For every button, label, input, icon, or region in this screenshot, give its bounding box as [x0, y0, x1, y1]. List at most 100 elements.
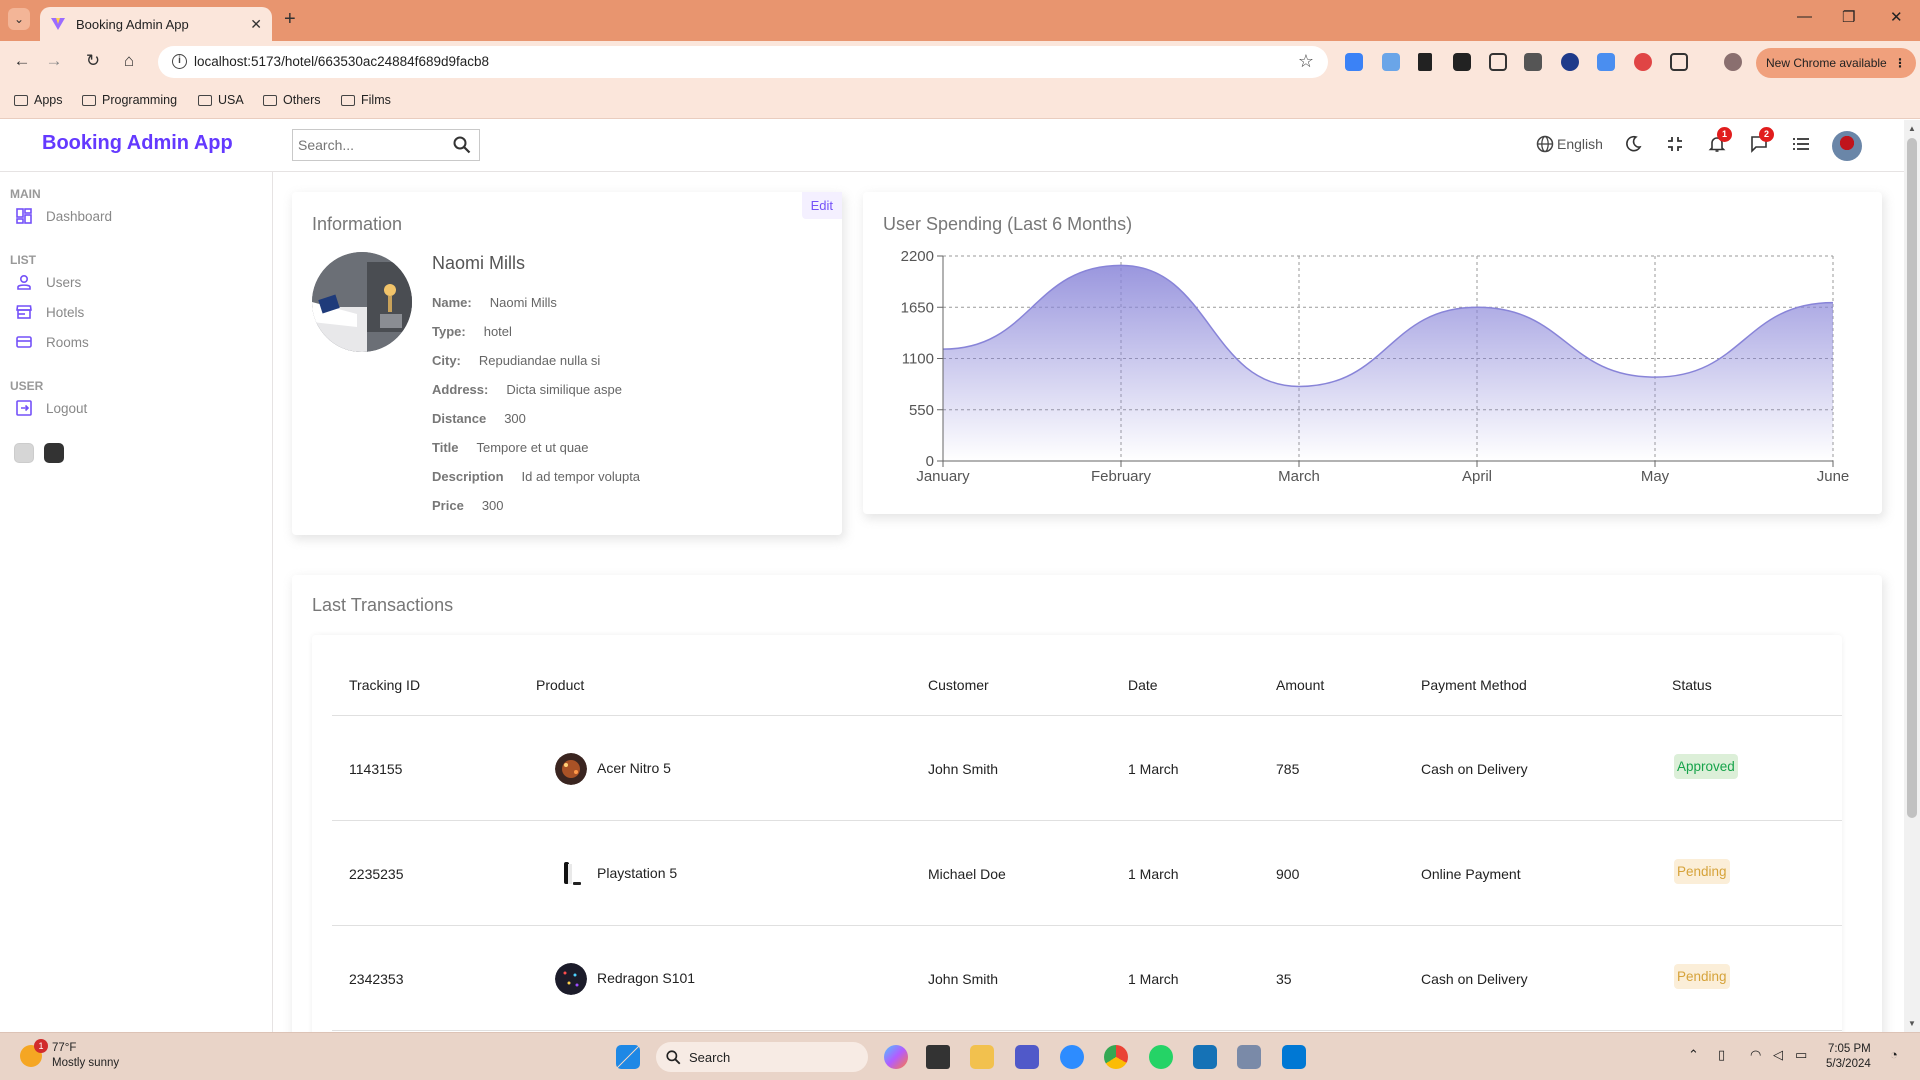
whatsapp-icon[interactable]: [1149, 1045, 1173, 1069]
light-theme-option[interactable]: [14, 443, 34, 463]
column-header-amount[interactable]: Amount: [1276, 677, 1324, 693]
app-logo[interactable]: Booking Admin App: [42, 132, 233, 155]
terminal-icon[interactable]: [926, 1045, 950, 1069]
show-hidden-icons-chevron-icon[interactable]: ⌃: [1688, 1047, 1699, 1063]
sidebar-item-label: Dashboard: [46, 208, 113, 224]
user-avatar[interactable]: [1832, 131, 1862, 161]
site-info-icon[interactable]: i: [172, 54, 187, 69]
cell-product: Redragon S101: [597, 970, 696, 986]
bookmark-usa[interactable]: USA: [198, 93, 244, 107]
sidebar-item-hotels[interactable]: Hotels: [16, 304, 84, 320]
column-header-customer[interactable]: Customer: [928, 677, 989, 693]
minimize-icon[interactable]: —: [1797, 8, 1812, 25]
search-input[interactable]: [293, 130, 443, 160]
scroll-up-arrow-icon[interactable]: ▲: [1908, 124, 1916, 133]
new-tab-button[interactable]: +: [284, 8, 296, 31]
usb-icon[interactable]: ▯: [1718, 1047, 1725, 1063]
reload-icon[interactable]: ↻: [82, 51, 104, 71]
detail-price: Price 300: [432, 498, 504, 513]
css3-icon[interactable]: [1193, 1045, 1217, 1069]
notification-bell-icon[interactable]: ◔: [1890, 1047, 1898, 1062]
language-selector[interactable]: English: [1536, 135, 1603, 153]
close-tab-icon[interactable]: ✕: [250, 16, 262, 33]
messages-badge: 2: [1759, 127, 1774, 142]
back-icon[interactable]: ←: [11, 51, 33, 71]
new-chrome-available-button[interactable]: New Chrome available ⋮: [1756, 48, 1916, 78]
sidebar-item-rooms[interactable]: Rooms: [16, 334, 89, 350]
profile-avatar-icon[interactable]: [1724, 53, 1742, 71]
pen-extension-icon[interactable]: [1418, 53, 1432, 71]
extension-icon[interactable]: [1561, 53, 1579, 71]
extension-icon[interactable]: [1382, 53, 1400, 71]
dark-mode-toggle[interactable]: [1624, 135, 1642, 156]
sidebar-item-dashboard[interactable]: Dashboard: [16, 208, 112, 224]
bookmark-others[interactable]: Others: [263, 93, 321, 107]
volume-icon[interactable]: ◁: [1773, 1047, 1783, 1063]
x-tick-label: June: [1817, 468, 1850, 485]
bookmark-star-icon[interactable]: ☆: [1298, 51, 1314, 72]
sidebar-item-label: Users: [46, 274, 82, 290]
move-extension-icon[interactable]: [1489, 53, 1507, 71]
extension-icon[interactable]: [1345, 53, 1363, 71]
app-icon[interactable]: [1237, 1045, 1261, 1069]
list-menu-button[interactable]: [1792, 135, 1810, 156]
column-header-date[interactable]: Date: [1128, 677, 1158, 693]
restore-icon[interactable]: ❐: [1842, 8, 1855, 26]
sidebar-item-logout[interactable]: Logout: [16, 400, 87, 416]
bookmark-programming[interactable]: Programming: [82, 93, 177, 107]
more-menu-icon[interactable]: ⋮: [1894, 56, 1906, 70]
bookmark-apps[interactable]: Apps: [14, 93, 63, 107]
column-header-payment-method[interactable]: Payment Method: [1421, 677, 1527, 693]
teams-icon[interactable]: [1015, 1045, 1039, 1069]
sidebar-item-label: Hotels: [46, 304, 85, 320]
windows-start-icon[interactable]: [616, 1045, 640, 1069]
fullscreen-exit-button[interactable]: [1666, 135, 1684, 156]
app-window: Booking Admin App English 1 2 MAIN: [0, 120, 1904, 1032]
information-title: Information: [312, 214, 403, 234]
close-window-icon[interactable]: ✕: [1890, 8, 1903, 26]
cell-tracking-id: 2235235: [349, 866, 404, 882]
detail-value: 300: [504, 411, 526, 426]
messages-button[interactable]: 2: [1750, 127, 1774, 156]
dark-theme-option[interactable]: [44, 443, 64, 463]
extensions-puzzle-icon[interactable]: [1670, 53, 1688, 71]
edit-button[interactable]: Edit: [801, 192, 842, 219]
taskbar-search[interactable]: Search: [656, 1042, 868, 1072]
copilot-icon[interactable]: [884, 1045, 908, 1069]
chrome-icon[interactable]: [1104, 1045, 1128, 1069]
row-divider: [332, 925, 1842, 926]
home-icon[interactable]: ⌂: [118, 51, 140, 71]
exit-icon: [16, 400, 32, 416]
column-header-status[interactable]: Status: [1672, 677, 1712, 693]
weather-widget[interactable]: 1 77°F Mostly sunny: [20, 1039, 119, 1071]
forward-icon[interactable]: →: [43, 51, 65, 71]
bookmark-label: Programming: [102, 93, 178, 107]
detail-value: Tempore et ut quae: [476, 440, 589, 455]
spending-area: [943, 265, 1833, 461]
extension-icon[interactable]: [1453, 53, 1471, 71]
file-explorer-icon[interactable]: [970, 1045, 994, 1069]
translate-extension-icon[interactable]: [1597, 53, 1615, 71]
cell-amount: 900: [1276, 866, 1300, 882]
scroll-down-arrow-icon[interactable]: ▼: [1908, 1019, 1916, 1028]
bookmark-films[interactable]: Films: [341, 93, 391, 107]
notifications-button[interactable]: 1: [1708, 127, 1732, 156]
extension-icon[interactable]: [1634, 53, 1652, 71]
x-tick-label: January: [916, 468, 970, 485]
tab-search-dropdown[interactable]: ⌄: [8, 8, 30, 30]
wifi-icon[interactable]: ◠: [1750, 1047, 1761, 1063]
page-scrollbar[interactable]: ▲ ▼: [1904, 120, 1920, 1032]
search-icon[interactable]: [453, 136, 471, 154]
scrollbar-thumb[interactable]: [1907, 138, 1917, 818]
sidebar-item-users[interactable]: Users: [16, 274, 81, 290]
zoom-icon[interactable]: [1060, 1045, 1084, 1069]
column-header-product[interactable]: Product: [536, 677, 584, 693]
column-header-tracking-id[interactable]: Tracking ID: [349, 677, 420, 693]
clock-time: 7:05 PM: [1827, 1043, 1871, 1055]
address-bar[interactable]: i localhost:5173/hotel/663530ac24884f689…: [158, 46, 1328, 78]
extension-icon[interactable]: [1524, 53, 1542, 71]
vscode-icon[interactable]: [1282, 1045, 1306, 1069]
battery-icon[interactable]: ▭: [1795, 1047, 1807, 1063]
system-clock[interactable]: 7:05 PM 5/3/2024: [1826, 1042, 1871, 1072]
browser-tab[interactable]: Booking Admin App ✕: [40, 7, 272, 41]
